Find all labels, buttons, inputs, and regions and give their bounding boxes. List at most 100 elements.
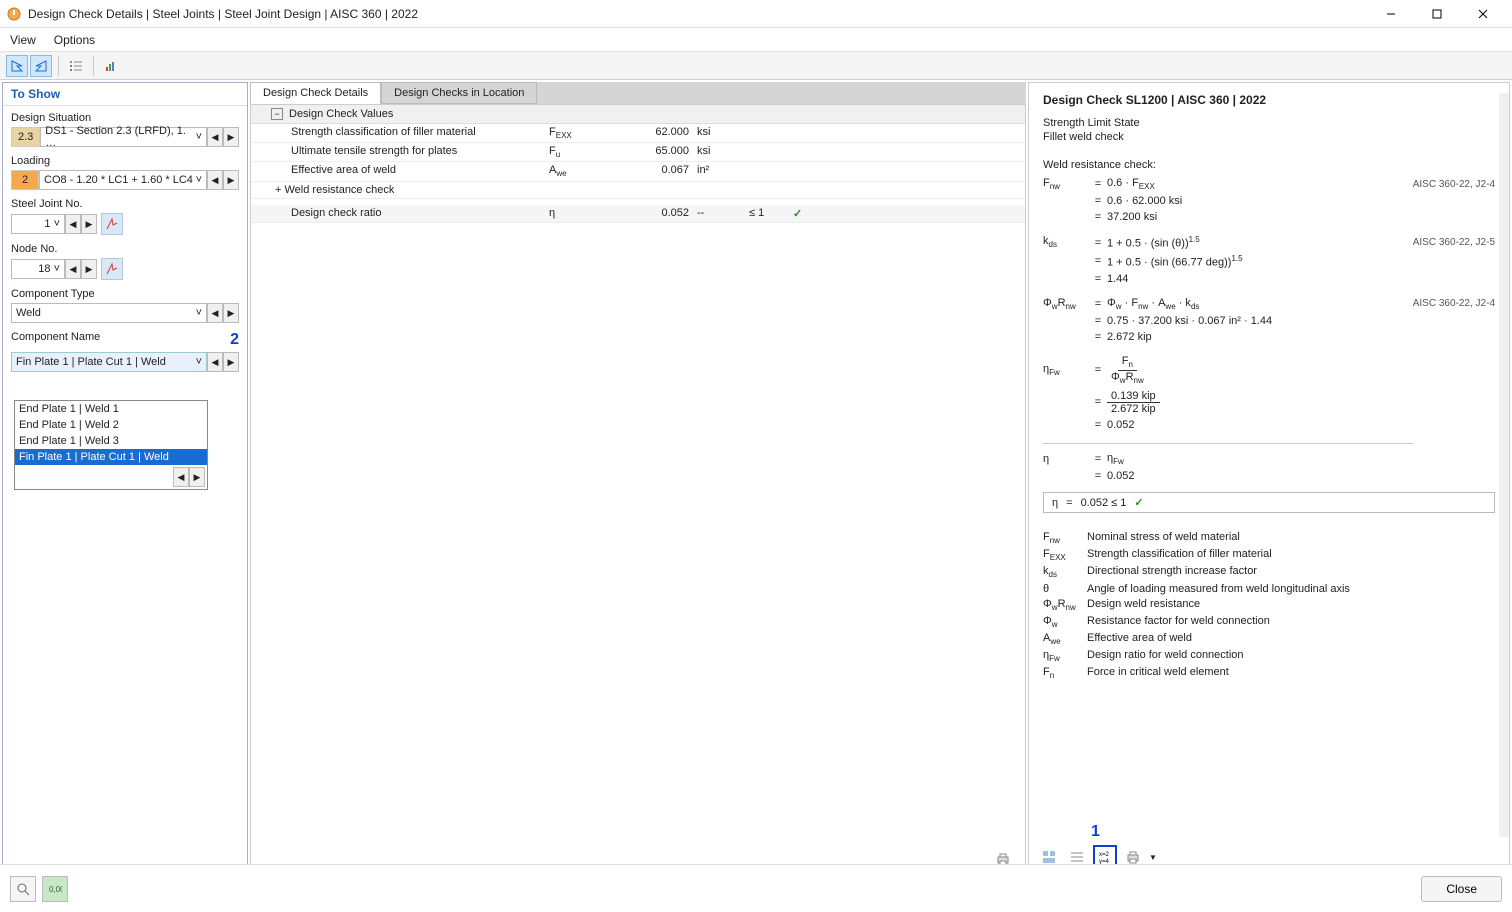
close-window-button[interactable] <box>1460 0 1506 28</box>
rp-section-header: Weld resistance check: <box>1043 159 1495 171</box>
dropdown-arrow-icon[interactable]: ▼ <box>1149 853 1157 862</box>
loading-value: CO8 - 1.20 * LC1 + 1.60 * LC4 <box>44 174 193 186</box>
equation-row: =2.672 kip <box>1043 331 1495 343</box>
prev-button[interactable]: ◀ <box>65 214 81 234</box>
expand-icon[interactable]: + <box>275 184 281 196</box>
legend-row: FnwNominal stress of weld material <box>1043 531 1495 545</box>
component-name-label: Component Name <box>11 331 100 349</box>
loading-dropdown[interactable]: CO8 - 1.20 * LC1 + 1.60 * LC4 ˅ <box>39 170 207 190</box>
tool-arrow-right-icon[interactable] <box>30 55 52 77</box>
tool-arrow-left-icon[interactable] <box>6 55 28 77</box>
grid-section-header[interactable]: − Design Check Values <box>251 105 1025 124</box>
annotation-1: 1 <box>1091 823 1100 841</box>
prev-button[interactable]: ◀ <box>207 127 223 147</box>
titlebar: Design Check Details | Steel Joints | St… <box>0 0 1512 28</box>
row-value: 0.052 <box>627 207 697 220</box>
equation-row: Fnw= 0.6 · FEXX AISC 360-22, J2-4 <box>1043 177 1495 191</box>
toolbar-separator <box>93 56 94 76</box>
app-icon <box>6 6 22 22</box>
equation-row: kds= 1 + 0.5 · (sin (θ))1.5 AISC 360-22,… <box>1043 235 1495 250</box>
collapse-icon[interactable]: − <box>271 108 283 120</box>
pick-joint-icon[interactable] <box>101 213 123 235</box>
prev-button[interactable]: ◀ <box>207 352 223 372</box>
dropdown-option[interactable]: End Plate 1 | Weld 2 <box>15 417 207 433</box>
row-limit: ≤ 1 <box>749 207 793 220</box>
scrollbar[interactable] <box>1499 93 1509 837</box>
tool-chart-icon[interactable] <box>100 55 122 77</box>
units-icon[interactable]: 0,00 <box>42 876 68 902</box>
prev-button[interactable]: ◀ <box>173 467 189 487</box>
component-type-label: Component Type <box>11 288 239 300</box>
row-symbol: Fu <box>549 145 627 159</box>
equation-row: = 0.139 kip2.672 kip <box>1043 390 1495 415</box>
node-dropdown[interactable]: 18 ˅ <box>11 259 65 279</box>
prev-button[interactable]: ◀ <box>207 303 223 323</box>
toolbar <box>0 52 1512 80</box>
row-name: Effective area of weld <box>291 164 549 178</box>
grid-sub-header[interactable]: + Weld resistance check <box>251 182 1025 199</box>
row-value: 0.067 <box>627 164 697 178</box>
next-button[interactable]: ▶ <box>189 467 205 487</box>
dropdown-option[interactable]: End Plate 1 | Weld 1 <box>15 401 207 417</box>
design-situation-dropdown[interactable]: DS1 - Section 2.3 (LRFD), 1. … ˅ <box>40 127 207 147</box>
prev-button[interactable]: ◀ <box>65 259 81 279</box>
design-situation-badge: 2.3 <box>11 127 40 147</box>
pick-node-icon[interactable] <box>101 258 123 280</box>
component-name-dropdown[interactable]: Fin Plate 1 | Plate Cut 1 | Weld ˅ <box>11 352 207 372</box>
toolbar-separator <box>58 56 59 76</box>
design-situation-value: DS1 - Section 2.3 (LRFD), 1. … <box>45 125 195 149</box>
next-button[interactable]: ▶ <box>223 127 239 147</box>
dropdown-option[interactable]: End Plate 1 | Weld 3 <box>15 433 207 449</box>
next-button[interactable]: ▶ <box>81 259 97 279</box>
equation-row: =0.75 · 37.200 ksi · 0.067 in² · 1.44 <box>1043 315 1495 327</box>
row-value: 62.000 <box>627 126 697 140</box>
next-button[interactable]: ▶ <box>223 352 239 372</box>
equation-row: η=ηFw <box>1043 452 1495 466</box>
row-unit: in² <box>697 164 749 178</box>
row-unit: -- <box>697 207 749 220</box>
rp-title: Design Check SL1200 | AISC 360 | 2022 <box>1043 93 1495 107</box>
minimize-button[interactable] <box>1368 0 1414 28</box>
legend-row: FnForce in critical weld element <box>1043 666 1495 680</box>
tab-details[interactable]: Design Check Details <box>250 82 381 104</box>
component-type-value: Weld <box>16 307 41 319</box>
chevron-down-icon: ˅ <box>196 307 202 319</box>
result-box: η = 0.052 ≤ 1 ✓ <box>1043 492 1495 513</box>
tool-list-icon[interactable] <box>65 55 87 77</box>
next-button[interactable]: ▶ <box>223 170 239 190</box>
prev-button[interactable]: ◀ <box>207 170 223 190</box>
menubar: View Options <box>0 28 1512 52</box>
equation-row: =0.6 · 62.000 ksi <box>1043 195 1495 207</box>
equation-row: ΦwRnw= Φw · Fnw · Awe · kds AISC 360-22,… <box>1043 297 1495 311</box>
maximize-button[interactable] <box>1414 0 1460 28</box>
legend-row: kdsDirectional strength increase factor <box>1043 565 1495 579</box>
loading-badge: 2 <box>11 170 39 190</box>
dropdown-option-selected[interactable]: Fin Plate 1 | Plate Cut 1 | Weld <box>15 449 207 465</box>
component-type-dropdown[interactable]: Weld ˅ <box>11 303 207 323</box>
row-unit: ksi <box>697 145 749 159</box>
window-title: Design Check Details | Steel Joints | St… <box>28 7 1368 21</box>
component-name-value: Fin Plate 1 | Plate Cut 1 | Weld <box>16 356 166 368</box>
row-symbol: FEXX <box>549 126 627 140</box>
row-value: 65.000 <box>627 145 697 159</box>
svg-text:x=2: x=2 <box>1099 852 1110 858</box>
close-button[interactable]: Close <box>1421 876 1502 902</box>
check-icon: ✓ <box>793 207 813 220</box>
legend-row: AweEffective area of weld <box>1043 632 1495 646</box>
menu-view[interactable]: View <box>10 33 36 47</box>
next-button[interactable]: ▶ <box>81 214 97 234</box>
menu-options[interactable]: Options <box>54 33 95 47</box>
legend-row: FEXXStrength classification of filler ma… <box>1043 548 1495 562</box>
row-name: Design check ratio <box>291 207 549 220</box>
tabs: Design Check Details Design Checks in Lo… <box>250 82 1026 104</box>
statusbar: 0,00 Close <box>0 864 1512 912</box>
rp-subtitle: Strength Limit State <box>1043 117 1495 129</box>
row-unit: ksi <box>697 126 749 140</box>
row-symbol: Awe <box>549 164 627 178</box>
search-icon[interactable] <box>10 876 36 902</box>
tab-location[interactable]: Design Checks in Location <box>381 82 537 104</box>
next-button[interactable]: ▶ <box>223 303 239 323</box>
loading-label: Loading <box>11 155 239 167</box>
steel-joint-dropdown[interactable]: 1 ˅ <box>11 214 65 234</box>
to-show-header: To Show <box>3 83 247 106</box>
